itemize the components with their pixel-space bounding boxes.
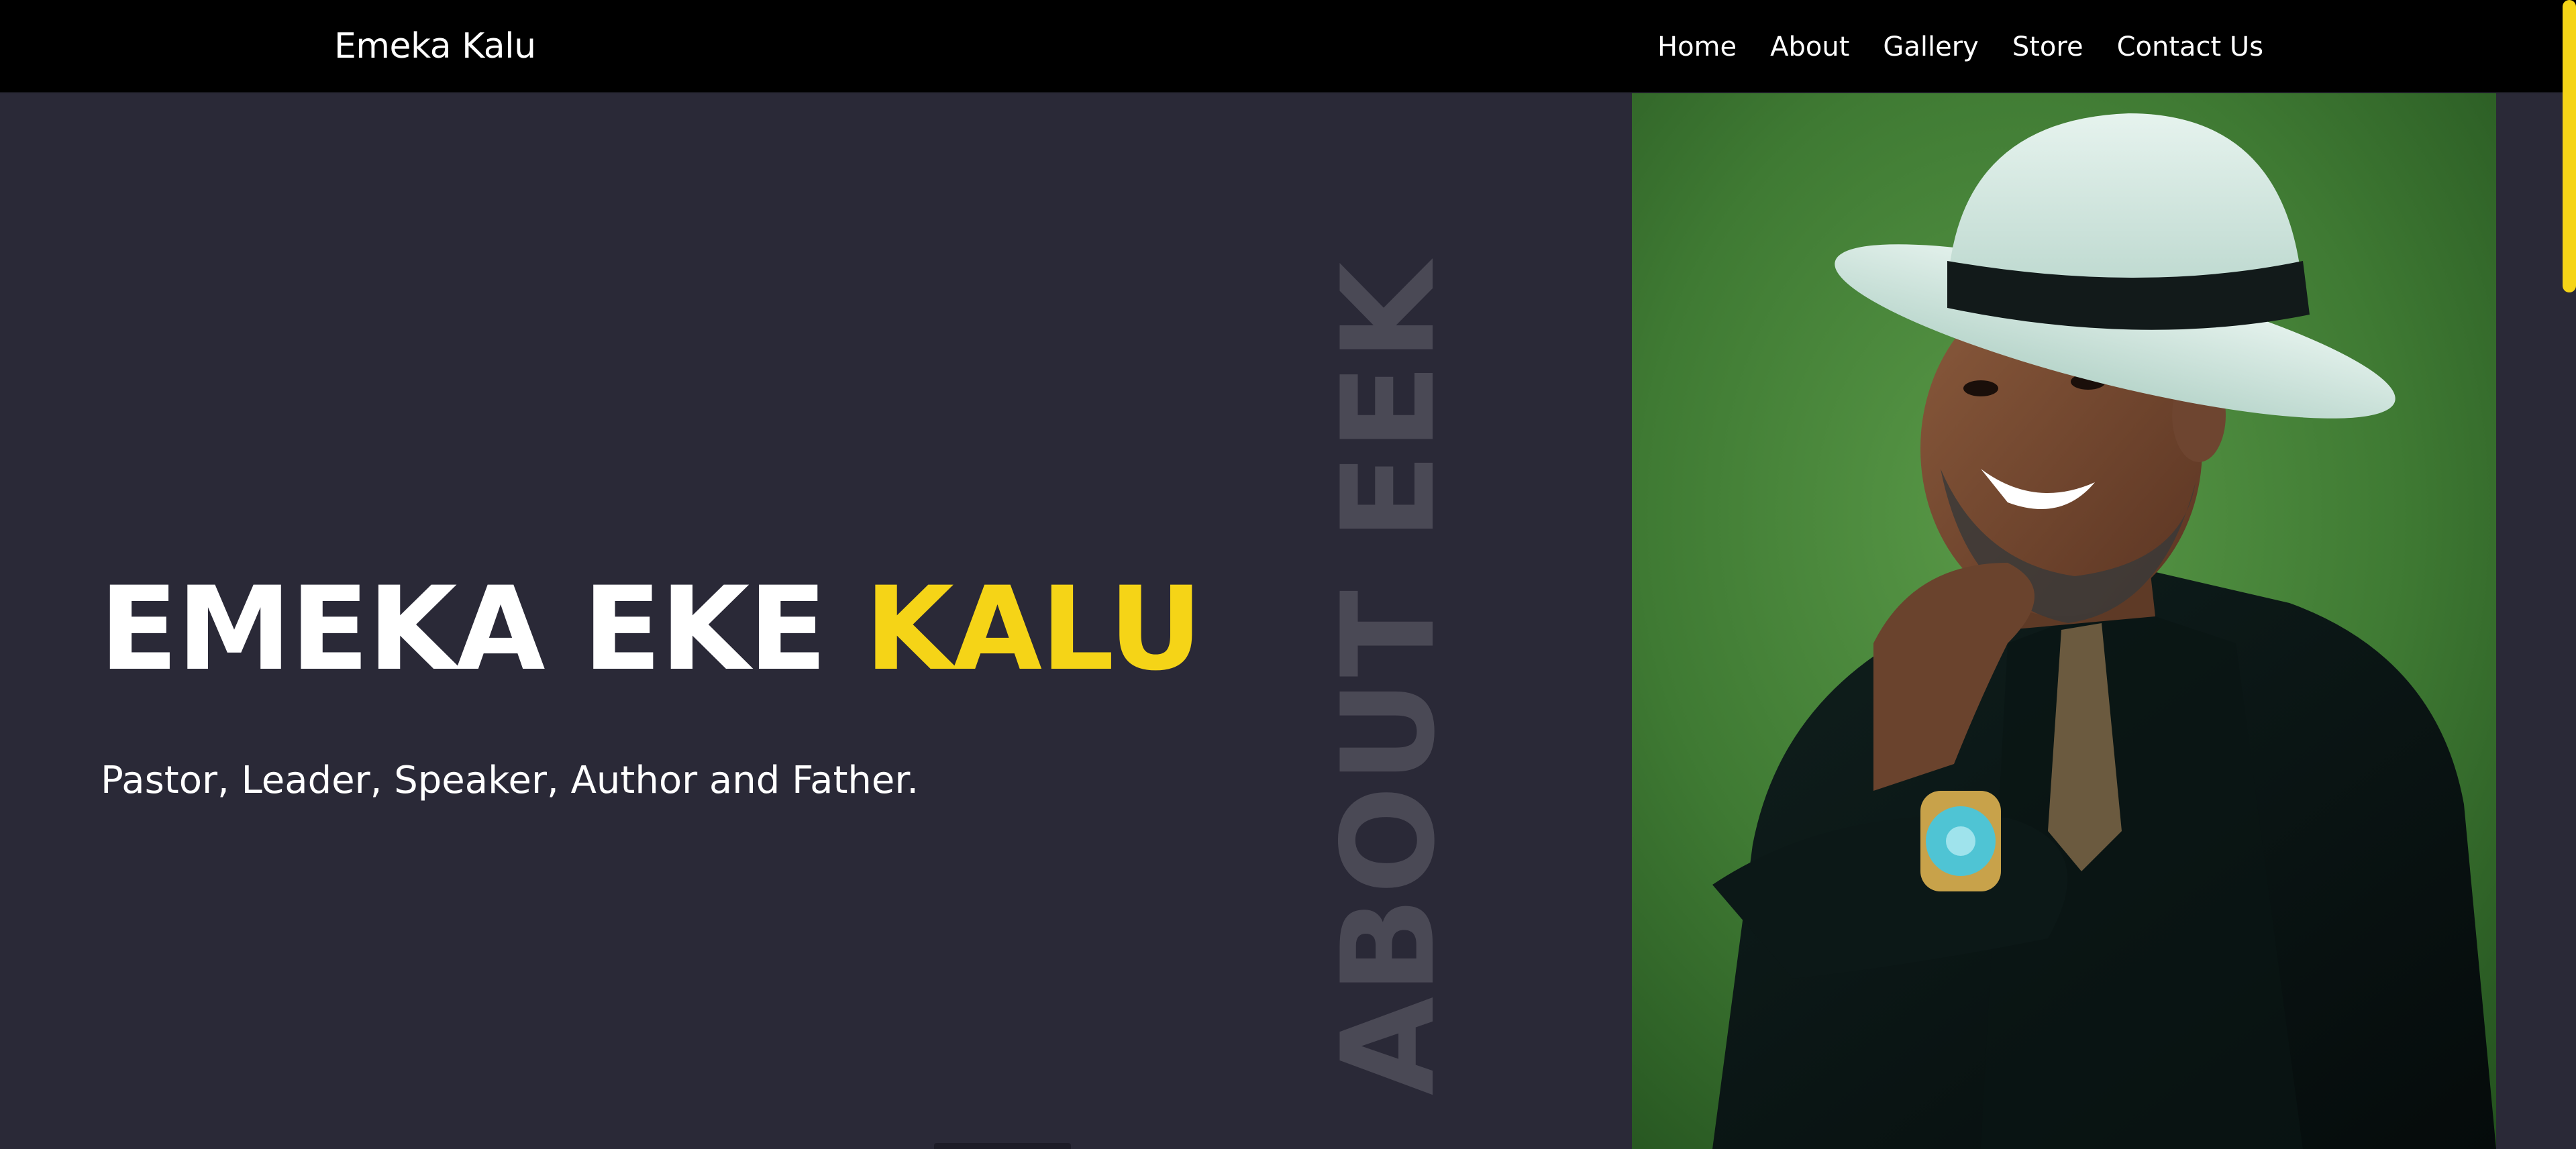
- nav-link-about[interactable]: About: [1770, 25, 1849, 68]
- hero-subtitle: Pastor, Leader, Speaker, Author and Fath…: [101, 759, 919, 802]
- brand-logo-link[interactable]: Emeka Kalu: [334, 23, 536, 70]
- nav-link-home[interactable]: Home: [1657, 25, 1737, 68]
- scrollbar-thumb[interactable]: [2563, 0, 2576, 292]
- bottom-edge-tab: [934, 1143, 1071, 1149]
- portrait-photo: [1632, 93, 2496, 1149]
- page: Emeka Kalu Home About Gallery Store Cont…: [0, 0, 2576, 1149]
- nav-link-store[interactable]: Store: [2012, 25, 2083, 68]
- top-navbar: Emeka Kalu Home About Gallery Store Cont…: [0, 0, 2576, 93]
- hero-title-accent: KALU: [864, 561, 1203, 696]
- hero-title: EMEKA EKE KALU: [99, 561, 1203, 696]
- hero-title-main: EMEKA EKE: [99, 561, 827, 696]
- nav-link-contact-us[interactable]: Contact Us: [2117, 25, 2263, 68]
- vertical-section-heading: ABOUT EEK: [1315, 259, 1463, 1096]
- main-nav: Home About Gallery Store Contact Us: [1657, 25, 2263, 68]
- nav-link-gallery[interactable]: Gallery: [1883, 25, 1978, 68]
